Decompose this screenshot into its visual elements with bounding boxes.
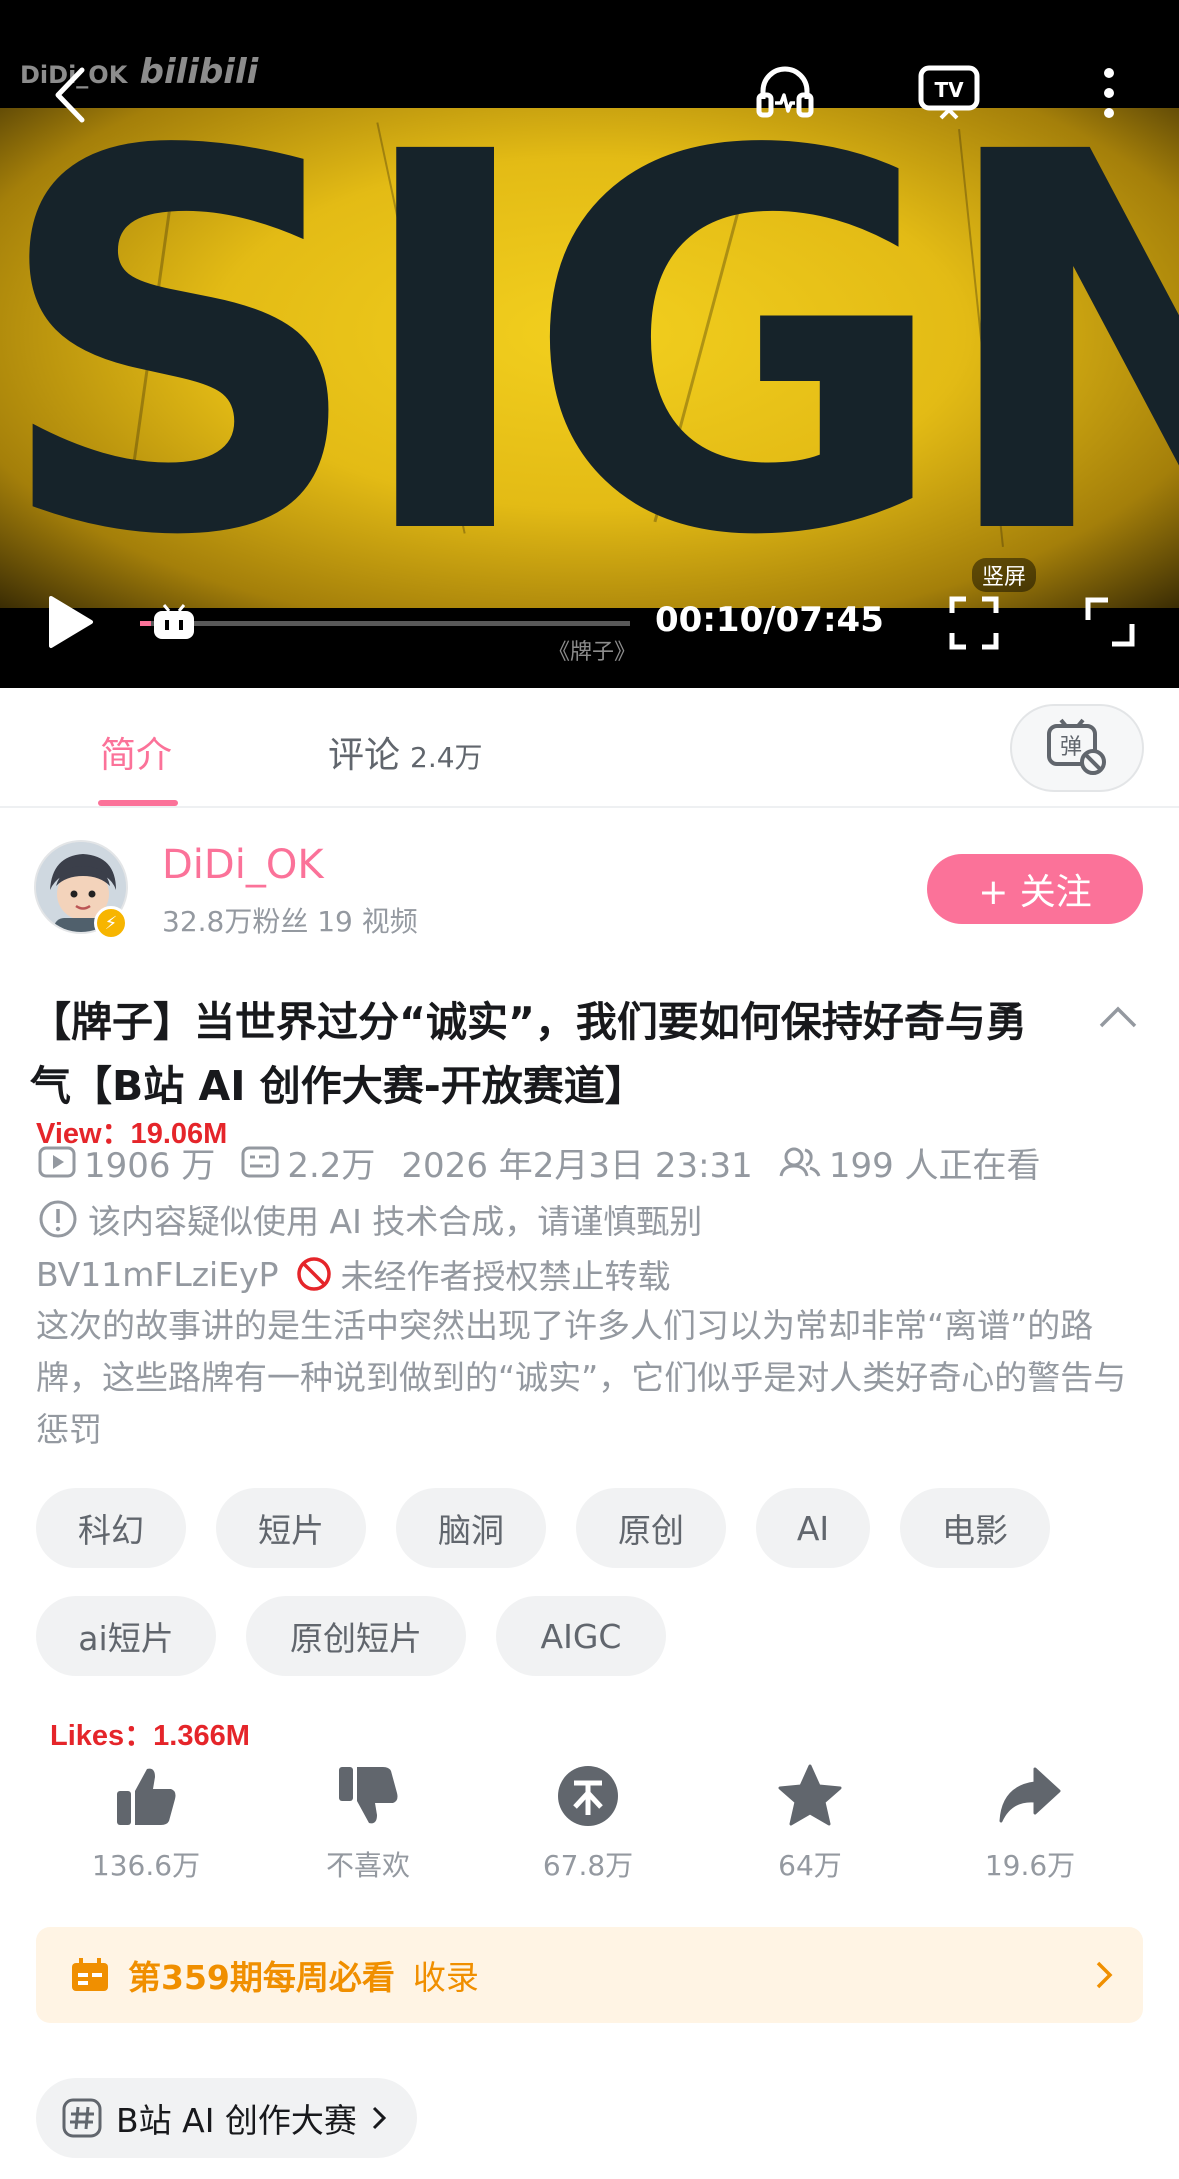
bvid-row: BV11mFLziEyP 未经作者授权禁止转载 [36,1250,670,1298]
audio-mode-icon[interactable] [752,58,818,124]
video-progress-title: 《牌子》 [548,640,637,665]
video-player[interactable]: SIGN DiDi_OK bilibili TV 《牌子》 00:10/07:4… [0,0,1179,688]
chevron-right-icon [1096,1961,1113,1989]
follow-button[interactable]: + 关注 [927,854,1143,924]
verified-badge-icon: ⚡ [94,906,128,940]
coin-count: 67.8万 [542,1849,634,1882]
video-description: 这次的故事讲的是生活中突然出现了许多人们习以为常却非常“离谱”的路牌，这些路牌有… [36,1306,1127,1449]
info-icon [39,1200,77,1238]
play-icon[interactable] [40,592,100,652]
publish-date: 2026 年2月3日 23:31 [401,1145,753,1186]
uploader-name[interactable]: DiDi_OK [162,842,324,888]
share-icon [999,1767,1061,1823]
repost-notice: 未经作者授权禁止转载 [340,1257,671,1296]
tv-cast-icon[interactable]: TV [914,58,984,124]
fullscreen-icon[interactable] [1080,594,1140,650]
tab-intro[interactable]: 简介 [100,726,172,778]
vertical-fullscreen-icon[interactable] [944,590,1004,656]
share-count: 19.6万 [984,1849,1076,1882]
dislike-label: 不喜欢 [325,1849,410,1882]
svg-text:TV: TV [934,78,964,102]
chevron-up-icon[interactable] [1098,1004,1138,1034]
playback-time: 00:10/07:45 [655,600,884,640]
tab-comments-count: 2.4万 [410,741,483,774]
weekly-must-watch-banner[interactable]: 第359期每周必看 收录 [36,1927,1143,2023]
danmaku-toggle-button[interactable]: 弹 [1010,704,1144,792]
play-count: 1906 万 [38,1138,215,1187]
coin-icon [558,1766,618,1826]
tag-chip[interactable]: 科幻 [36,1488,186,1568]
tab-comments-label: 评论 [328,735,401,776]
share-button[interactable]: 19.6万 [940,1758,1120,1884]
video-title: 【牌子】当世界过分“诚实”，我们要如何保持好奇与勇气【B站 AI 创作大赛-开放… [30,998,1027,1110]
video-frame-text: SIGN [0,108,1179,608]
thumbs-up-icon [117,1768,176,1825]
bvid[interactable]: BV11mFLziEyP [36,1255,278,1294]
play-count-icon [38,1146,76,1178]
danmaku-off-icon: 弹 [1047,718,1106,775]
danmaku-glyph: 弹 [1060,735,1082,760]
tag-chip[interactable]: 短片 [216,1488,366,1568]
danmaku-count-icon [241,1146,279,1178]
weekly-collect: 收录 [412,1958,479,1997]
back-icon[interactable] [44,60,94,130]
tag-chip[interactable]: ai短片 [36,1596,216,1676]
coin-button[interactable]: 67.8万 [498,1758,678,1884]
chevron-right-icon [372,2106,387,2130]
tag-chip[interactable]: 脑洞 [396,1488,546,1568]
star-icon [778,1764,842,1826]
video-meta-row: 1906 万 2.2万 2026 年2月3日 23:31 199 人正在看 [38,1138,1067,1187]
favorite-button[interactable]: 64万 [720,1758,900,1884]
ai-content-notice-text: 该内容疑似使用 AI 技术合成，请谨慎甄别 [88,1202,703,1241]
watermark-brand: bilibili [139,52,259,92]
dislike-button[interactable]: 不喜欢 [278,1758,458,1884]
like-button[interactable]: 136.6万 [56,1758,236,1884]
ai-content-notice: 该内容疑似使用 AI 技术合成，请谨慎甄别 [38,1195,702,1243]
calendar-icon [72,1958,108,1991]
watching-now: 199 人正在看 [779,1138,1041,1187]
like-count: 136.6万 [91,1849,201,1882]
video-frame[interactable]: SIGN [0,108,1179,608]
progress-fill [140,621,151,626]
tab-comments[interactable]: 评论 2.4万 [328,726,483,778]
weekly-label: 第359期每周必看 [128,1958,395,1997]
danmaku-count-value: 2.2万 [287,1145,376,1186]
progress-thumb-icon[interactable] [152,603,196,643]
progress-bar[interactable] [140,621,630,626]
event-label: B站 AI 创作大赛 [116,2101,357,2140]
tag-chip[interactable]: 原创 [576,1488,726,1568]
danmaku-count: 2.2万 [241,1138,375,1187]
uploader-stats: 32.8万粉丝 19 视频 [162,905,418,938]
more-options-icon[interactable] [1094,60,1124,126]
detail-tabs: 简介 评论 2.4万 [0,688,1179,808]
tag-chip[interactable]: 电影 [900,1488,1050,1568]
tag-chip[interactable]: 原创短片 [246,1596,466,1676]
thumbs-down-icon [339,1767,398,1824]
tag-chip[interactable]: AIGC [496,1596,666,1676]
vertical-screen-badge[interactable]: 竖屏 [972,558,1037,592]
tag-chip[interactable]: AI [756,1488,870,1568]
event-chip[interactable]: B站 AI 创作大赛 [36,2078,417,2158]
no-repost-icon [297,1257,332,1291]
likes-overlay: Likes：1.366M [50,1720,250,1752]
watching-now-value: 199 人正在看 [828,1145,1041,1186]
play-count-value: 1906 万 [84,1145,216,1186]
viewers-icon [779,1147,821,1177]
topic-hash-icon [62,2098,102,2138]
favorite-count: 64万 [778,1849,842,1882]
active-tab-indicator [98,800,178,806]
